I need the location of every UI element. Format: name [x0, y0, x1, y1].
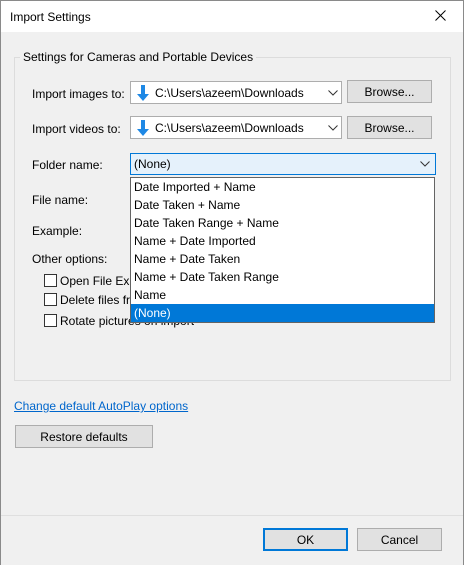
groupbox-legend: Settings for Cameras and Portable Device… [20, 50, 257, 64]
browse-videos-button[interactable]: Browse... [347, 116, 432, 139]
open-file-explorer-label: Open File Exp [60, 274, 137, 288]
import-settings-dialog: Import Settings Settings for Cameras and… [0, 0, 464, 565]
ok-button[interactable]: OK [263, 528, 348, 551]
dropdown-option-selected[interactable]: (None) [131, 304, 434, 322]
dropdown-option[interactable]: Name + Date Imported [131, 232, 434, 250]
download-arrow-icon [134, 118, 152, 138]
folder-name-selected: (None) [134, 157, 171, 171]
close-button[interactable] [417, 1, 463, 32]
import-videos-combo[interactable]: C:\Users\azeem\Downloads [130, 116, 342, 139]
restore-defaults-button[interactable]: Restore defaults [15, 425, 153, 448]
title-bar: Import Settings [1, 1, 463, 32]
dropdown-option[interactable]: Name [131, 286, 434, 304]
import-videos-path: C:\Users\azeem\Downloads [155, 120, 304, 135]
import-videos-label: Import videos to: [32, 122, 121, 136]
folder-name-combo[interactable]: (None) [130, 153, 436, 175]
dropdown-option[interactable]: Date Taken + Name [131, 196, 434, 214]
file-name-label: File name: [32, 193, 89, 207]
example-label: Example: [32, 224, 83, 238]
delete-files-label: Delete files fr [60, 293, 131, 307]
change-autoplay-link[interactable]: Change default AutoPlay options [14, 399, 188, 413]
import-images-combo[interactable]: C:\Users\azeem\Downloads [130, 81, 342, 104]
cancel-button[interactable]: Cancel [357, 528, 442, 551]
dropdown-option[interactable]: Name + Date Taken [131, 250, 434, 268]
import-images-path: C:\Users\azeem\Downloads [155, 85, 304, 100]
window-title: Import Settings [10, 10, 91, 24]
chevron-down-icon [325, 89, 341, 96]
delete-files-checkbox[interactable] [44, 293, 57, 306]
browse-images-button[interactable]: Browse... [347, 80, 432, 103]
folder-name-label: Folder name: [32, 158, 103, 172]
rotate-pictures-checkbox[interactable] [44, 314, 57, 327]
dropdown-option[interactable]: Date Taken Range + Name [131, 214, 434, 232]
open-file-explorer-checkbox[interactable] [44, 274, 57, 287]
dropdown-option[interactable]: Date Imported + Name [131, 178, 434, 196]
chevron-down-icon [417, 161, 433, 167]
chevron-down-icon [325, 124, 341, 131]
close-icon [434, 8, 446, 26]
folder-name-dropdown: Date Imported + Name Date Taken + Name D… [130, 177, 435, 323]
download-arrow-icon [134, 83, 152, 103]
other-options-label: Other options: [32, 252, 108, 266]
dropdown-option[interactable]: Name + Date Taken Range [131, 268, 434, 286]
import-images-label: Import images to: [32, 87, 125, 101]
